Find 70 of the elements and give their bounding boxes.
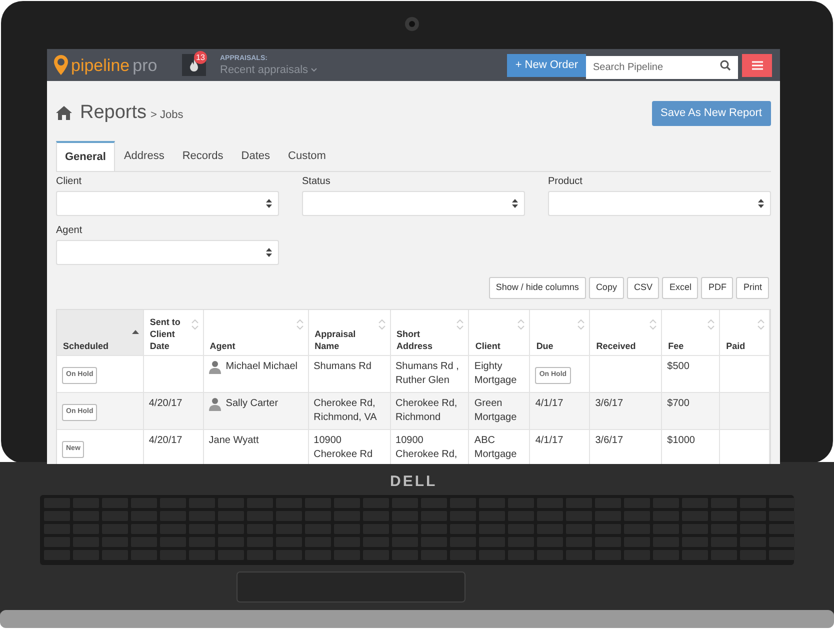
table-cell-text: $1000 [667, 434, 696, 448]
logo-suffix: pro [132, 56, 158, 74]
logo-text: pipeline [71, 56, 130, 74]
sort-arrows-icon [266, 248, 272, 257]
field-label: Agent [56, 224, 84, 238]
search-icon [720, 60, 731, 70]
column-header[interactable]: Appraisal Name [314, 328, 376, 352]
table-cell-text: 4/20/17 [148, 397, 184, 411]
table-cell-text: $500 [667, 360, 690, 374]
table-button[interactable]: Copy [588, 277, 624, 299]
tab[interactable]: Records [173, 141, 232, 171]
table-cell-text: ABC Mortgage [474, 434, 518, 462]
column-header[interactable]: Fee [668, 340, 684, 352]
table-cell-text: 4/20/17 [148, 434, 184, 448]
menu-button[interactable] [742, 54, 772, 76]
table-cell-text: 10900 Cherokee Rd, [396, 434, 458, 462]
column-header[interactable]: Paid [726, 340, 746, 352]
table-button[interactable]: Excel [662, 277, 698, 299]
table-button[interactable]: CSV [626, 277, 660, 299]
table-cell-text: 10900 Cherokee Rd [314, 434, 374, 462]
tab[interactable]: Address [114, 141, 174, 171]
page-title: Reports [80, 100, 147, 125]
table-cell-text: Cherokee Rd, Richmond, VA [314, 397, 378, 425]
select-field[interactable] [56, 191, 279, 216]
column-header[interactable]: Short Address [396, 328, 454, 352]
laptop-logo: DELL [390, 472, 438, 492]
select-field[interactable] [56, 240, 279, 265]
agent-name: Jane Wyatt [208, 434, 259, 448]
table-cell-text: Cherokee Rd, Richmond [396, 397, 458, 425]
table-cell-text: Shumans Rd [314, 360, 372, 374]
table-button[interactable]: Show / hide columns [488, 277, 586, 299]
flame-icon [189, 58, 199, 72]
notification-button[interactable]: 13 [182, 54, 206, 76]
field-label: Status [302, 175, 332, 189]
table-cell-text: 4/1/17 [535, 434, 564, 448]
select-field[interactable] [302, 191, 525, 216]
table-button[interactable]: PDF [701, 277, 734, 299]
sort-arrows-icon [266, 199, 272, 208]
field-label: Product [548, 175, 584, 189]
menu-icon [752, 60, 762, 70]
search-field[interactable]: Search Pipeline [586, 56, 738, 78]
column-header[interactable]: Due [536, 340, 554, 352]
field-label: Client [56, 175, 83, 189]
column-header[interactable]: Received [596, 340, 636, 352]
sort-arrows-icon [512, 199, 518, 208]
sort-arrows-icon [758, 199, 764, 208]
tab[interactable]: Dates [232, 141, 280, 171]
notification-badge: 13 [194, 51, 207, 64]
select-field[interactable] [548, 191, 771, 216]
webcam-icon [405, 17, 419, 31]
column-header[interactable]: Agent [210, 340, 236, 352]
table-cell-text: Eighty Mortgage [474, 360, 518, 388]
tab[interactable]: General [56, 141, 115, 171]
table-cell-text: Green Mortgage [474, 397, 518, 425]
location-pin-icon [54, 55, 68, 75]
table-cell-text: $700 [667, 397, 690, 411]
agent-name: Michael Michael [226, 360, 298, 374]
agent-name: Sally Carter [226, 397, 278, 411]
tab[interactable]: Custom [279, 141, 335, 171]
home-icon [56, 106, 72, 120]
table-cell-text: Shumans Rd , Ruther Glen [396, 360, 460, 388]
table-button[interactable]: Print [736, 277, 769, 299]
caret-icon [311, 68, 318, 72]
table-cell-text: 3/6/17 [595, 434, 624, 448]
column-header[interactable]: Scheduled [63, 340, 109, 352]
breadcrumb: > Jobs [150, 108, 184, 123]
column-header[interactable]: Sent to Client Date [150, 316, 189, 352]
column-header[interactable]: Client [475, 340, 500, 352]
table-cell-text: 3/6/17 [595, 397, 624, 411]
table-cell-text: 4/1/17 [535, 397, 564, 411]
